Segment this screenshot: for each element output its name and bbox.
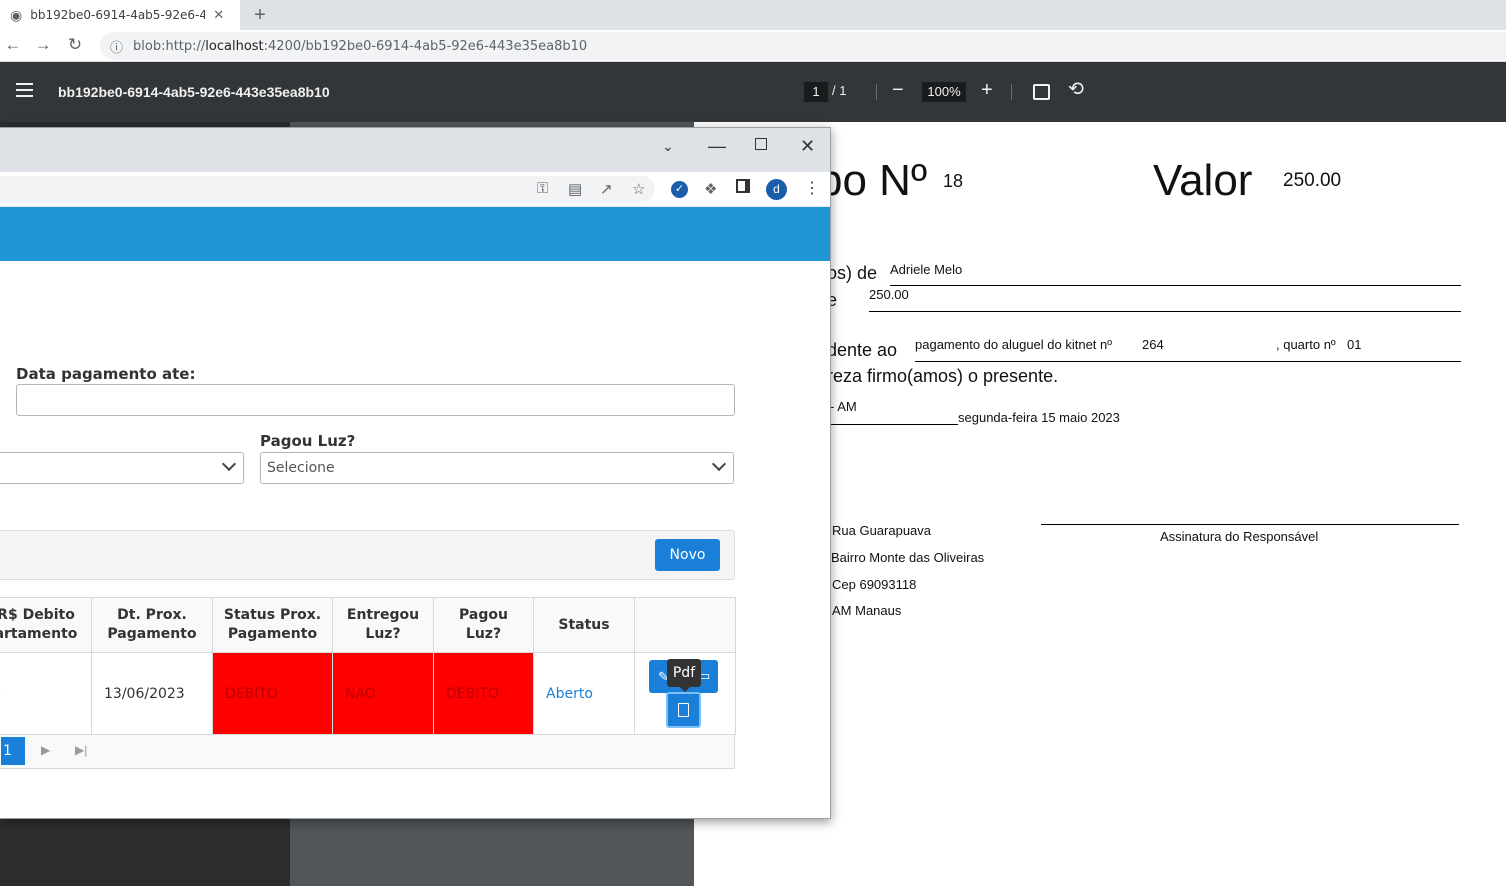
puzzle-icon[interactable]: ❖	[704, 180, 717, 198]
table-row[interactable]: 0 13/06/2023 DEBITO NAO DEBITO Aberto	[0, 652, 736, 735]
table-cell-entregou-luz: NAO	[332, 652, 434, 735]
table-cell-pagou-luz: DEBITO	[433, 652, 534, 735]
toolbar-divider	[876, 84, 877, 100]
browser-omnibar: ← → ↻ ⓘ blob:http://localhost:4200/bb192…	[0, 30, 1506, 62]
column-header[interactable]: Dt. Prox. Pagamento	[91, 597, 213, 653]
last-page-icon[interactable]: ▶|	[75, 743, 87, 757]
signature-line	[1041, 524, 1459, 525]
kebab-menu-icon[interactable]: ⋮	[804, 178, 820, 198]
zoom-in-icon[interactable]: +	[981, 80, 993, 100]
pdf-tooltip: Pdf	[667, 659, 701, 692]
close-window-icon[interactable]: ✕	[800, 136, 815, 157]
table-cell-status[interactable]: Aberto	[533, 652, 635, 735]
filter-select-left[interactable]	[0, 452, 244, 484]
forward-arrow-icon[interactable]: →	[32, 34, 54, 56]
browser-tab[interactable]: ◉ bb192be0-6914-4ab5-92e6-443e35ea8b10 ✕	[0, 0, 240, 30]
valor-label: Valor	[1153, 156, 1253, 205]
column-header	[634, 597, 736, 653]
next-page-icon[interactable]: ▶	[41, 743, 50, 757]
receipt-heading: bo Nº	[818, 156, 928, 205]
underline	[915, 361, 1461, 362]
receipt-date: segunda-feira 15 maio 2023	[958, 410, 1120, 425]
pdf-file-icon	[678, 702, 689, 717]
city-state: - AM	[830, 399, 857, 414]
received-from-label: os) de	[827, 263, 878, 283]
check-extension-icon[interactable]: ✓	[671, 181, 688, 198]
browser-tabstrip: ◉ bb192be0-6914-4ab5-92e6-443e35ea8b10 ✕…	[0, 0, 1506, 30]
signature-label: Assinatura do Responsável	[1160, 529, 1319, 544]
amount-value: 250.00	[869, 287, 909, 302]
pdf-button[interactable]	[666, 692, 701, 728]
table-cell-debito: 0	[0, 652, 92, 735]
globe-icon: ◉	[10, 6, 23, 23]
novo-button[interactable]: Novo	[655, 539, 720, 571]
column-header[interactable]: R$ Debito artamento	[0, 597, 92, 653]
key-icon[interactable]: ⚿	[537, 180, 548, 197]
underline	[890, 285, 1461, 286]
address-bar[interactable]: ⓘ blob:http://localhost:4200/bb192be0-69…	[100, 32, 1506, 60]
maximize-icon[interactable]	[755, 138, 767, 150]
page-total: / 1	[832, 83, 847, 98]
referring-label: dente ao	[827, 340, 898, 360]
table-toolbar	[0, 530, 735, 580]
avatar[interactable]: d	[766, 179, 787, 200]
truth-statement: reza firmo(amos) o presente.	[827, 366, 1059, 386]
pagou-luz-label: Pagou Luz?	[260, 432, 356, 450]
table-header-row: R$ Debito artamento Dt. Prox. Pagamento …	[0, 597, 736, 653]
underline	[830, 424, 958, 425]
translate-icon[interactable]: ▤	[568, 180, 582, 198]
fit-page-icon[interactable]	[1033, 84, 1050, 100]
window-titlebar: ⌄ — ✕	[0, 128, 830, 172]
minimize-icon[interactable]: —	[708, 136, 726, 157]
close-tab-icon[interactable]: ✕	[213, 7, 224, 23]
kitnet-number: 264	[1142, 337, 1164, 352]
pagou-luz-select[interactable]: Selecione	[260, 452, 734, 484]
app-header-bar	[0, 207, 830, 261]
side-panel-icon[interactable]	[736, 179, 750, 193]
payer-name: Adriele Melo	[890, 262, 963, 277]
column-header[interactable]: Status	[533, 597, 635, 653]
room-number: 01	[1347, 337, 1362, 352]
star-icon[interactable]: ☆	[632, 180, 645, 198]
zoom-level[interactable]: 100%	[922, 82, 966, 102]
address-zip: Cep 69093118	[832, 577, 917, 592]
pdf-toolbar: bb192be0-6914-4ab5-92e6-443e35ea8b10 1 /…	[0, 62, 1506, 122]
info-icon[interactable]: ⓘ	[110, 37, 123, 56]
reload-icon[interactable]: ↻	[64, 34, 86, 56]
zoom-out-icon[interactable]: −	[892, 80, 904, 100]
payments-table: R$ Debito artamento Dt. Prox. Pagamento …	[0, 597, 736, 735]
table-cell-dt-prox: 13/06/2023	[91, 652, 213, 735]
tab-search-chevron-icon[interactable]: ⌄	[662, 138, 674, 155]
new-tab-icon[interactable]: +	[250, 0, 270, 30]
page-number-input[interactable]: 1	[804, 82, 828, 102]
share-icon[interactable]: ↗	[600, 180, 613, 198]
rotate-icon[interactable]: ⟲	[1068, 80, 1084, 100]
paginator: 1 ▶ ▶|	[0, 735, 735, 769]
pdf-title: bb192be0-6914-4ab5-92e6-443e35ea8b10	[58, 84, 330, 100]
app-window: ⌄ — ✕ ⚿ ▤ ↗ ☆ ✓ ❖ d ⋮ Data pagamento ate…	[0, 127, 831, 819]
room-label: , quarto nº	[1276, 337, 1336, 352]
address-state-city: AM Manaus	[832, 603, 902, 618]
valor-value: 250.00	[1283, 170, 1342, 191]
table-cell-status-prox: DEBITO	[212, 652, 333, 735]
tab-title: bb192be0-6914-4ab5-92e6-443e35ea8b10	[30, 8, 206, 22]
url-text: blob:http://localhost:4200/bb192be0-6914…	[133, 38, 588, 54]
page-button-active[interactable]: 1	[1, 737, 25, 765]
receipt-number: 18	[943, 171, 964, 191]
column-header[interactable]: Pagou Luz?	[433, 597, 534, 653]
address-street: Rua Guarapuava	[832, 523, 932, 538]
window-toolbar: ⚿ ▤ ↗ ☆ ✓ ❖ d ⋮	[0, 172, 830, 207]
toolbar-divider	[1011, 84, 1012, 100]
menu-icon[interactable]	[16, 83, 33, 101]
data-pagamento-label: Data pagamento ate:	[16, 365, 196, 383]
data-pagamento-input[interactable]	[16, 384, 735, 416]
back-arrow-icon[interactable]: ←	[2, 34, 24, 56]
window-address-bar[interactable]	[0, 176, 655, 202]
underline	[869, 311, 1461, 312]
address-neighborhood: Bairro Monte das Oliveiras	[831, 550, 985, 565]
column-header[interactable]: Status Prox. Pagamento	[212, 597, 333, 653]
payment-description: pagamento do aluguel do kitnet nº	[915, 337, 1113, 352]
column-header[interactable]: Entregou Luz?	[332, 597, 434, 653]
